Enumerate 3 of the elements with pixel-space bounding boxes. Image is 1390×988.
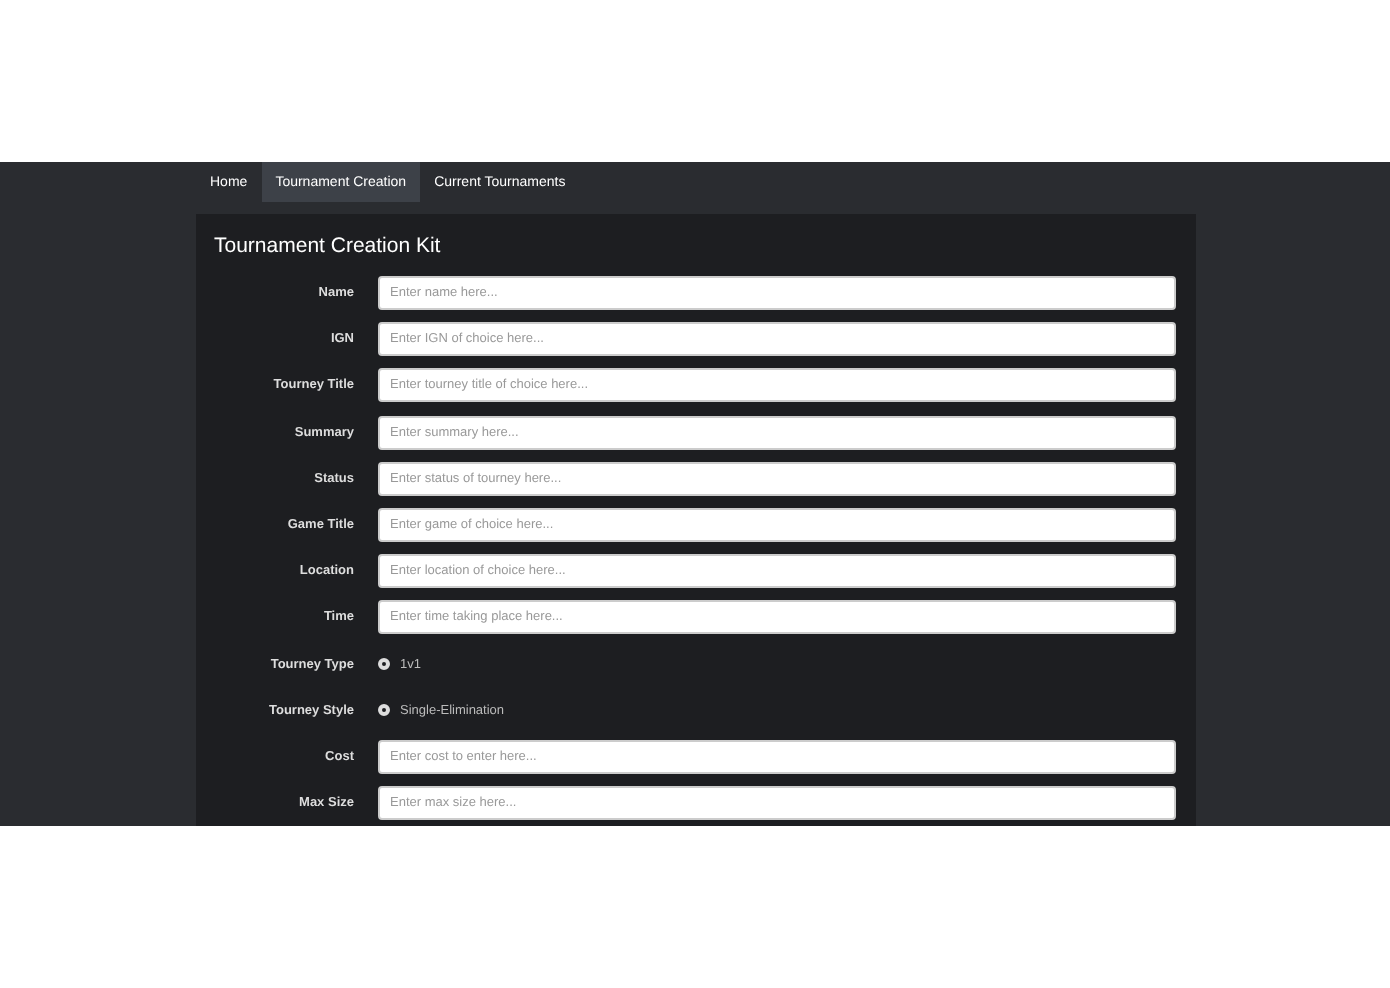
panel-title: Tournament Creation Kit [214, 234, 443, 258]
radio-button[interactable] [378, 658, 390, 671]
radio-button[interactable] [378, 704, 390, 717]
